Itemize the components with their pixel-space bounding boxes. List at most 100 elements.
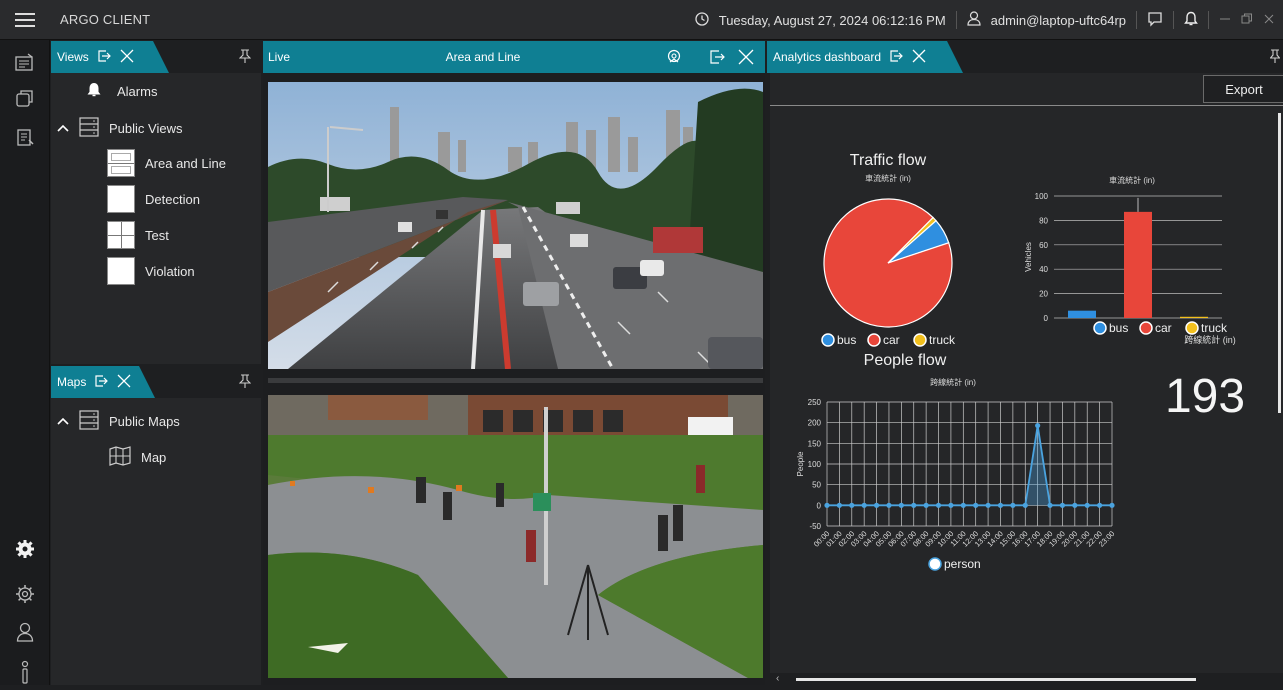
app-title: ARGO CLIENT — [60, 12, 151, 27]
minimize-icon[interactable] — [1219, 13, 1231, 28]
view-item[interactable]: Violation — [107, 257, 195, 285]
line-point — [898, 502, 904, 508]
legend-label-bus: bus — [837, 333, 856, 347]
view-item[interactable]: Detection — [107, 185, 200, 213]
live-panel: Live Area and Line — [263, 41, 765, 685]
bar-ytick-label: 40 — [1039, 265, 1048, 274]
dashboard-tab[interactable]: Analytics dashboard — [767, 41, 963, 73]
popout-icon[interactable] — [889, 49, 903, 66]
user-icon — [967, 11, 981, 29]
alarms-item[interactable]: Alarms — [87, 82, 157, 101]
account-icon[interactable] — [0, 614, 50, 650]
export-button[interactable]: Export — [1203, 75, 1283, 103]
bar-legend-label-bus: bus — [1109, 321, 1128, 335]
line-point — [911, 502, 917, 508]
report-icon[interactable] — [0, 120, 50, 156]
bell-icon[interactable] — [1184, 11, 1198, 30]
camera-feed-highway[interactable] — [268, 82, 763, 369]
vertical-scrollbar[interactable] — [1278, 113, 1281, 413]
view-item-label: Violation — [145, 263, 195, 279]
public-maps-node[interactable]: Public Maps — [57, 410, 180, 433]
bell-icon — [87, 82, 101, 101]
pie-subtitle: 車流統計 (in) — [865, 173, 911, 183]
counter-subtitle: 跨線統計 (in) — [1184, 335, 1236, 345]
video-wall-icon[interactable] — [0, 44, 50, 80]
pin-icon[interactable] — [238, 49, 252, 68]
line-point — [849, 502, 855, 508]
map-label: Map — [141, 450, 167, 465]
toolbar-divider — [770, 105, 1283, 106]
line-ytick-label: 150 — [808, 439, 822, 448]
close-window-icon[interactable] — [1263, 13, 1275, 28]
line-point — [1047, 502, 1053, 508]
view-item[interactable]: Test — [107, 221, 169, 249]
legend-label-truck: truck — [929, 333, 956, 347]
close-icon[interactable] — [116, 373, 132, 392]
pin-icon[interactable] — [238, 374, 252, 393]
views-tab[interactable]: Views — [51, 41, 169, 73]
bar-ytick-label: 100 — [1035, 192, 1049, 201]
bar-car — [1124, 211, 1152, 318]
public-views-node[interactable]: Public Views — [57, 117, 182, 140]
clock-icon — [695, 11, 709, 29]
close-icon[interactable] — [737, 48, 755, 69]
user-name[interactable]: admin@laptop-uftc64rp — [991, 13, 1126, 28]
chevron-up-icon[interactable] — [57, 121, 69, 136]
line-title: People flow — [864, 352, 947, 369]
chat-icon[interactable] — [1147, 11, 1163, 30]
line-point — [960, 502, 966, 508]
title-bar: ARGO CLIENT Tuesday, August 27, 2024 06:… — [0, 0, 1283, 40]
line-series-person — [827, 425, 1112, 507]
line-point — [1097, 502, 1103, 508]
view-item[interactable]: Area and Line — [107, 149, 226, 177]
menu-icon[interactable] — [0, 0, 50, 40]
bar-ytick-label: 60 — [1039, 241, 1048, 250]
line-ytick-label: 200 — [808, 419, 822, 428]
view-title: Area and Line — [445, 50, 521, 64]
line-point — [836, 502, 842, 508]
view-item-label: Test — [145, 227, 169, 243]
bar-truck — [1180, 316, 1208, 318]
bar-subtitle: 車流統計 (in) — [1109, 175, 1155, 185]
line-point — [948, 502, 954, 508]
bar-ytick-label: 0 — [1044, 314, 1049, 323]
public-views-label: Public Views — [109, 121, 183, 136]
scroll-left-icon[interactable]: ‹ — [776, 673, 779, 684]
divider — [1136, 11, 1137, 29]
restore-icon[interactable] — [1241, 13, 1253, 28]
popout-icon[interactable] — [709, 49, 725, 68]
line-point — [873, 502, 880, 508]
legend-marker-truck — [913, 333, 927, 347]
horizontal-scrollbar-thumb[interactable] — [796, 678, 1196, 681]
ptz-icon[interactable] — [666, 49, 682, 68]
view-layout-quad-icon — [107, 221, 135, 249]
legend-marker-car — [867, 333, 881, 347]
view-item-label: Area and Line — [145, 155, 226, 171]
windows-icon[interactable] — [0, 80, 50, 116]
maps-tab[interactable]: Maps — [51, 366, 155, 398]
close-icon[interactable] — [911, 48, 927, 67]
system-settings-icon[interactable] — [0, 576, 50, 612]
divider — [1173, 11, 1174, 29]
chevron-up-icon[interactable] — [57, 414, 69, 429]
horizontal-scrollbar-track: ‹ — [770, 673, 1283, 685]
line-point — [1010, 502, 1016, 508]
pin-icon[interactable] — [1269, 49, 1281, 68]
line-ytick-label: -50 — [809, 522, 821, 531]
line-ytick-label: 0 — [817, 501, 822, 510]
views-panel: Views Alarms Public Views Area and Line D… — [51, 41, 261, 364]
bar-ytick-label: 80 — [1039, 216, 1048, 225]
popout-icon[interactable] — [94, 374, 108, 391]
map-item[interactable]: Map — [109, 446, 166, 469]
map-icon — [109, 446, 131, 469]
alarms-label: Alarms — [117, 84, 158, 99]
line-legend-marker-person — [928, 557, 942, 571]
line-subtitle: 跨線統計 (in) — [930, 377, 976, 387]
views-tab-label: Views — [57, 50, 89, 64]
camera-feed-campus[interactable] — [268, 395, 763, 678]
line-point — [1109, 502, 1115, 508]
close-icon[interactable] — [119, 48, 135, 67]
settings-active-icon[interactable] — [0, 531, 50, 567]
line-point — [985, 502, 991, 508]
popout-icon[interactable] — [97, 49, 111, 66]
